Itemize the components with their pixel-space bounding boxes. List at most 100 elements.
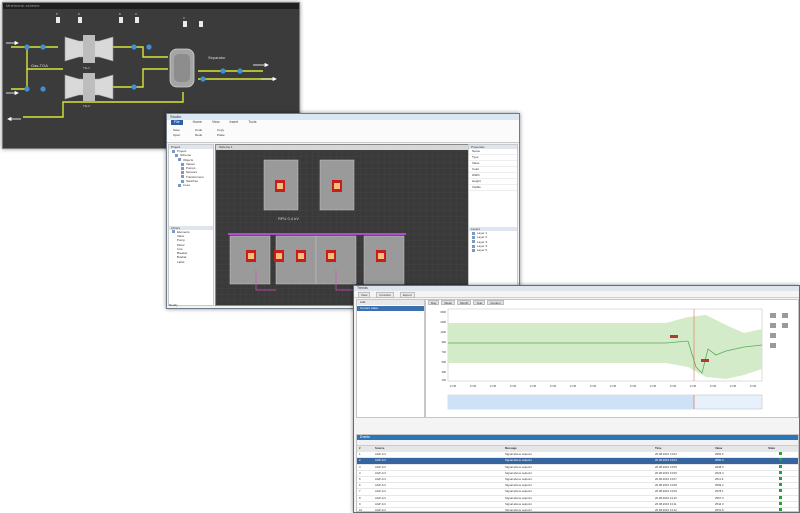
table-cell: AGP-1/4 [375, 495, 386, 500]
table-cell: 2544.3 [715, 501, 724, 506]
export-menu-button[interactable]: Export [399, 292, 415, 298]
y-tick: 700 [442, 350, 447, 354]
x-tick: 27.08 [470, 385, 477, 388]
editor-window: Studio File Home View Insert Tools Save … [166, 113, 520, 309]
property-row[interactable]: Visible [469, 185, 517, 191]
ribbon-tab-home[interactable]: Home [193, 120, 202, 125]
project-panel: Project Project Scheme Objects Valves Pu… [168, 144, 214, 306]
paste-button[interactable]: Paste [217, 133, 225, 137]
table-cell: 10 [359, 507, 363, 512]
overview-selection[interactable] [448, 395, 694, 409]
status-flag-icon [779, 452, 782, 456]
save-button[interactable]: Save [173, 128, 180, 132]
status-flag-icon [779, 507, 782, 511]
y-tick: 1300 [440, 320, 446, 324]
mark-4: 3 [135, 12, 137, 16]
marker-flag[interactable] [701, 359, 709, 362]
layer-icon [472, 248, 475, 252]
turbine-2-icon[interactable] [64, 73, 114, 101]
folder-icon [172, 149, 175, 153]
table-cell: 26.08.2016 13:09 [655, 489, 677, 494]
tg1-label: TG-1 [83, 66, 90, 70]
separator-label: Separator [208, 55, 226, 60]
ribbon-tab-file[interactable]: File [171, 120, 183, 125]
table-cell [755, 496, 775, 501]
layer-item[interactable]: Layer 5 [472, 248, 517, 252]
canvas-label: RPU 0,4 kV [278, 216, 299, 221]
turbine-1-icon[interactable] [64, 35, 114, 63]
tree-item[interactable]: Lines [172, 183, 213, 187]
table-cell: 26.08.2016 13:02 [655, 452, 677, 457]
open-button[interactable]: Open [173, 133, 180, 137]
table-cell [755, 458, 775, 463]
function-menu-button[interactable]: Function [376, 292, 394, 298]
table-cell: 2567.0 [715, 495, 724, 500]
table-cell [755, 508, 775, 511]
undo-button[interactable]: Undo [195, 128, 202, 132]
scheme-editor-canvas[interactable]: Scheme 1 RPU 0,4 kV [215, 144, 469, 306]
y-tick: 1100 [440, 330, 446, 334]
table-cell: Signal above setpoint [505, 470, 532, 475]
table-cell: 26.08.2016 13:04 [655, 458, 677, 463]
trends-toolbar: View Function Export [354, 291, 799, 298]
separator-vessel-icon[interactable] [169, 48, 195, 88]
lib-item[interactable]: Label [172, 260, 213, 264]
item-icon [181, 166, 184, 170]
layer-icon [472, 244, 475, 248]
table-cell: Signal above setpoint [505, 483, 532, 488]
table-cell: 26.08.2016 13:07 [655, 476, 677, 481]
trend-chart[interactable]: 1500 1300 1100 900 700 500 300 100 27.08… [426, 305, 798, 416]
trend-chart-panel: Day Week Month Year Custom 1500 1300 110… [425, 299, 799, 418]
chart-tools[interactable] [770, 313, 788, 348]
table-cell: 3 [359, 464, 361, 469]
mark-2: 9 [78, 12, 80, 16]
ribbon-tab-insert[interactable]: Insert [230, 120, 239, 125]
table-cell: Signal above setpoint [505, 507, 532, 512]
x-tick: 27.08 [630, 385, 637, 388]
table-cell: 26.08.2016 13:06 [655, 470, 677, 475]
ribbon-tab-tools[interactable]: Tools [248, 120, 256, 125]
tg2-label: TG-2 [83, 104, 90, 108]
folder-icon [175, 154, 178, 157]
table-cell: 8 [359, 495, 361, 500]
ribbon-tab-view[interactable]: View [212, 120, 220, 125]
x-tick: 27.08 [750, 385, 757, 388]
y-tick: 1500 [440, 310, 446, 314]
table-cell: 26.08.2016 13:12 [655, 507, 677, 512]
table-cell: AGP-1/4 [375, 470, 386, 475]
table-cell [755, 465, 775, 470]
status-flag-icon [779, 470, 782, 474]
x-tick: 27.08 [450, 385, 457, 388]
table-cell [755, 452, 775, 457]
marker-flag[interactable] [670, 335, 678, 338]
copy-button[interactable]: Copy [217, 128, 224, 132]
mark-5: 3 [183, 16, 185, 20]
table-cell: 2684.6 [715, 452, 724, 457]
events-panel: Events # Source Message Time Value State… [356, 434, 799, 512]
flow-arrows [6, 40, 277, 122]
table-row[interactable]: 10 AGP-1/4 Signal above setpoint 26.08.2016… [357, 507, 798, 512]
table-cell: 4 [359, 470, 361, 475]
editor-drawing[interactable]: RPU 0,4 kV [216, 150, 468, 305]
mark-3: 8 [119, 12, 121, 16]
x-tick: 27.08 [690, 385, 697, 388]
x-tick: 27.08 [730, 385, 737, 388]
trend-list-item-selected[interactable]: Current value [357, 306, 424, 311]
pipelines [11, 46, 273, 118]
folder-icon [178, 158, 181, 162]
table-cell: 2650.0 [715, 458, 724, 463]
table-cell: 2599.2 [715, 483, 724, 488]
y-tick: 100 [442, 378, 447, 382]
trends-window: Trends View Function Export Add Current … [353, 285, 800, 513]
table-cell: 2 [359, 458, 361, 463]
mark-1: 5 [56, 12, 58, 16]
y-tick: 900 [442, 340, 447, 344]
view-menu-button[interactable]: View [358, 292, 371, 298]
valves[interactable] [24, 44, 243, 92]
x-tick: 27.08 [650, 385, 657, 388]
status-flag-icon [779, 501, 782, 505]
x-tick: 27.08 [710, 385, 717, 388]
x-tick: 27.08 [590, 385, 597, 388]
redo-button[interactable]: Redo [195, 133, 202, 137]
add-trend-button[interactable]: Add [357, 300, 424, 305]
